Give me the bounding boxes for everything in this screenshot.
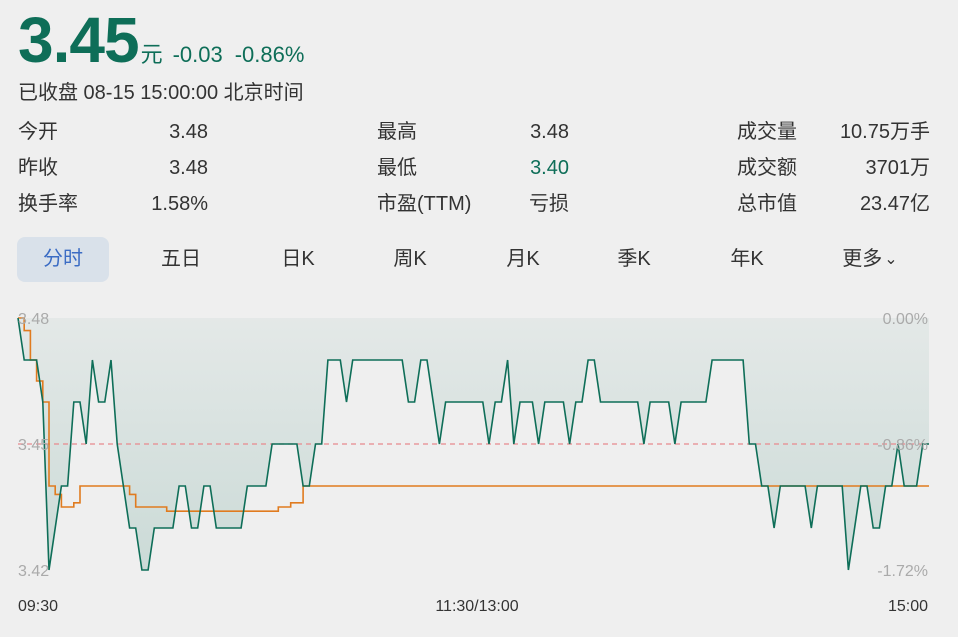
stat-label-turnover-rate: 换手率 xyxy=(18,193,78,215)
tab-daily-k[interactable]: 日K xyxy=(252,237,344,282)
x-tick-label: 09:30 xyxy=(18,598,58,615)
stats-row: 今开 3.48 最高 3.48 成交量 10.75万手 xyxy=(18,116,930,152)
stat-value-volume: 10.75万手 xyxy=(839,121,930,143)
tab-five-day[interactable]: 五日 xyxy=(135,237,227,282)
tab-monthly-k[interactable]: 月K xyxy=(477,237,569,282)
tab-yearly-k[interactable]: 年K xyxy=(701,237,793,282)
stat-label-low: 最低 xyxy=(377,157,417,179)
stat-value-low: 3.40 xyxy=(530,157,569,179)
quote-header: 3.45 元 -0.03 -0.86% xyxy=(18,8,304,72)
stat-label-turnover: 成交额 xyxy=(737,157,797,179)
stat-label-prev-close: 昨收 xyxy=(18,157,58,179)
stat-label-volume: 成交量 xyxy=(737,121,797,143)
stat-value-market-cap: 23.47亿 xyxy=(859,193,930,215)
stat-label-pe-ttm: 市盈(TTM) xyxy=(377,193,472,215)
stat-value-turnover-rate: 1.58% xyxy=(151,193,208,215)
x-tick-label: 15:00 xyxy=(888,598,928,615)
x-tick-label: 11:30/13:00 xyxy=(435,598,518,615)
stat-value-open: 3.48 xyxy=(169,121,208,143)
stat-value-turnover: 3701万 xyxy=(865,157,931,179)
price-change: -0.03 xyxy=(172,42,223,67)
market-status: 已收盘 08-15 15:00:00 北京时间 xyxy=(18,82,304,104)
tab-quarterly-k[interactable]: 季K xyxy=(588,237,680,282)
stat-label-open: 今开 xyxy=(18,121,58,143)
stat-value-pe-ttm: 亏损 xyxy=(529,193,569,215)
stats-row: 昨收 3.48 最低 3.40 成交额 3701万 xyxy=(18,152,930,188)
y-tick-right: -0.86% xyxy=(877,437,928,454)
price-change-percent: -0.86% xyxy=(234,42,305,67)
current-price: 3.45 xyxy=(18,4,140,76)
tab-more-label: 更多 xyxy=(842,248,883,270)
y-tick-right: 0.00% xyxy=(883,311,928,328)
tab-more[interactable]: 更多 ⌄ xyxy=(824,237,916,282)
stat-value-high: 3.48 xyxy=(530,121,569,143)
chart-period-tabs: 分时 五日 日K 周K 月K 季K 年K 更多 ⌄ xyxy=(17,237,929,282)
y-tick-left: 3.48 xyxy=(18,311,49,328)
price-unit: 元 xyxy=(140,42,163,67)
y-tick-right: -1.72% xyxy=(877,563,928,580)
stat-label-market-cap: 总市值 xyxy=(737,193,797,215)
y-tick-left: 3.45 xyxy=(18,437,49,454)
tab-weekly-k[interactable]: 周K xyxy=(364,237,456,282)
stat-value-prev-close: 3.48 xyxy=(169,157,208,179)
tab-intraday[interactable]: 分时 xyxy=(17,237,109,282)
chevron-down-icon: ⌄ xyxy=(884,251,898,268)
intraday-chart-svg: 3.48 3.45 3.42 0.00% -0.86% -1.72% 09:30 11:30/… xyxy=(17,311,929,615)
stat-label-high: 最高 xyxy=(377,121,417,143)
y-tick-left: 3.42 xyxy=(18,563,49,580)
stats-grid: 今开 3.48 最高 3.48 成交量 10.75万手 昨收 3.48 最低 3… xyxy=(18,116,930,224)
stats-row: 换手率 1.58% 市盈(TTM) 亏损 总市值 23.47亿 xyxy=(18,188,930,224)
intraday-chart: 3.48 3.45 3.42 0.00% -0.86% -1.72% 09:30 11:30/… xyxy=(0,300,958,620)
